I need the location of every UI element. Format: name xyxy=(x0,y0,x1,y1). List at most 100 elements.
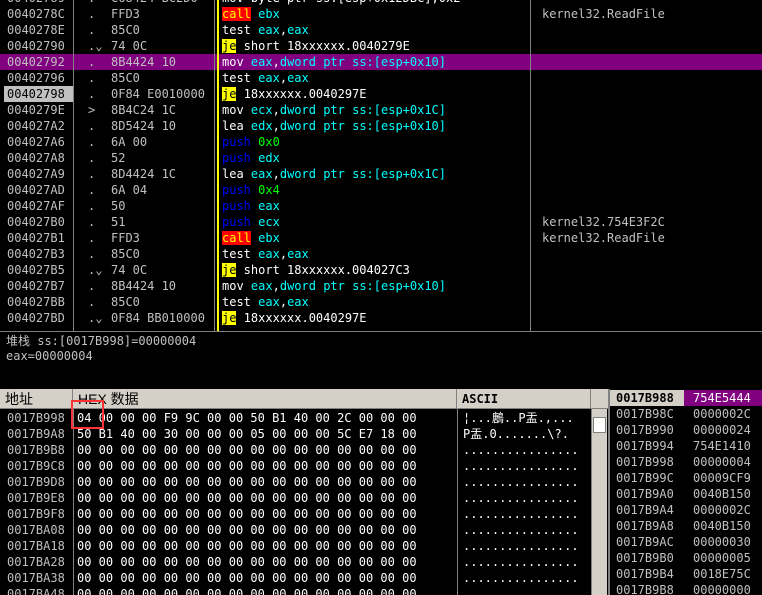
disasm-row[interactable]: 004027AF. 50 push eax xyxy=(0,198,762,214)
stack-value: 0000002C xyxy=(693,407,751,421)
stack-row[interactable]: 0017B99C 00009CF9 xyxy=(610,470,762,486)
disasm-instruction: push 0x0 xyxy=(222,134,528,150)
dump-ascii[interactable]: ................ xyxy=(463,586,589,595)
disasm-row[interactable]: 00402790 .⌄ 74 0C je short 18xxxxxx.0040279… xyxy=(0,38,762,54)
dump-row[interactable]: 0017B9C8 00 00 00 00 00 00 00 00 00 00 00… xyxy=(0,458,590,474)
dump-row[interactable]: 0017B9B8 00 00 00 00 00 00 00 00 00 00 00… xyxy=(0,442,590,458)
stack-row[interactable]: 0017B988 754E5444 xyxy=(610,390,762,406)
dump-row[interactable]: 0017B9D8 00 00 00 00 00 00 00 00 00 00 00… xyxy=(0,474,590,490)
dump-hex-bytes[interactable]: 00 00 00 00 00 00 00 00 00 00 00 00 00 0… xyxy=(77,442,457,458)
disasm-hex-bytes: 8D4424 1C xyxy=(111,167,177,181)
dump-hex-bytes[interactable]: 00 00 00 00 00 00 00 00 00 00 00 00 00 0… xyxy=(77,570,457,586)
disasm-row[interactable]: 0040279E >8B4C24 1C mov ecx,dword ptr ss:[… xyxy=(0,102,762,118)
instruction-token: push xyxy=(222,215,251,229)
instruction-token: 18xxxxxx.0040297E xyxy=(236,311,367,325)
dump-row[interactable]: 0017BA18 00 00 00 00 00 00 00 00 00 00 00… xyxy=(0,538,590,554)
disasm-row[interactable]: 00402796. 85C0 test eax,eax xyxy=(0,70,762,86)
dump-ascii[interactable]: ................ xyxy=(463,506,589,522)
disasm-row[interactable]: 004027A8. 52 push edx xyxy=(0,150,762,166)
disasm-hex-bytes: 85C0 xyxy=(111,71,140,85)
dump-ascii[interactable]: ................ xyxy=(463,474,589,490)
disasm-row[interactable]: 0040278C. FFD3 call ebx kernel32.ReadFile xyxy=(0,6,762,22)
stack-row[interactable]: 0017B98C 0000002C xyxy=(610,406,762,422)
dump-ascii[interactable]: ¦...鶶..P盂.,... xyxy=(463,410,589,426)
stack-value: 754E1410 xyxy=(693,439,751,453)
instruction-token: je xyxy=(222,87,237,101)
stack-row[interactable]: 0017B998 00000004 xyxy=(610,454,762,470)
disasm-flow-mark: . xyxy=(88,151,96,165)
dump-address: 0017B9C8 xyxy=(7,459,65,473)
dump-ascii[interactable]: ................ xyxy=(463,538,589,554)
stack-pane[interactable]: 0017B988 754E5444 0017B98C 0000002C 0017B990… xyxy=(608,389,762,595)
disasm-row[interactable]: 004027A9. 8D4424 1C lea eax,dword ptr ss:[… xyxy=(0,166,762,182)
dump-ascii[interactable]: ................ xyxy=(463,442,589,458)
disasm-separator xyxy=(214,0,215,331)
disasm-address: 004027B7 xyxy=(7,279,65,293)
stack-row[interactable]: 0017B9A4 0000002C xyxy=(610,502,762,518)
dump-hex-bytes[interactable]: 00 00 00 00 00 00 00 00 00 00 00 00 00 0… xyxy=(77,506,457,522)
dump-row[interactable]: 0017BA38 00 00 00 00 00 00 00 00 00 00 00… xyxy=(0,570,590,586)
disasm-flow-mark: . xyxy=(88,279,96,293)
disasm-row[interactable]: 004027BD .⌄ 0F84 BB010000 je 18xxxxxx.00402… xyxy=(0,310,762,326)
dump-hex-bytes[interactable]: 00 00 00 00 00 00 00 00 00 00 00 00 00 0… xyxy=(77,458,457,474)
dump-scrollbar-thumb[interactable] xyxy=(593,417,606,433)
dump-row[interactable]: 0017B9F8 00 00 00 00 00 00 00 00 00 00 00… xyxy=(0,506,590,522)
disasm-hex-bytes: 85C0 xyxy=(111,23,140,37)
disasm-address: 0040278C xyxy=(7,7,65,21)
disasm-row[interactable]: 00402798. 0F84 E0010000 je 18xxxxxx.004029… xyxy=(0,86,762,102)
dump-scrollbar[interactable] xyxy=(591,409,607,595)
disasm-row[interactable]: 004027B3. 85C0 test eax,eax xyxy=(0,246,762,262)
dump-ascii[interactable]: ................ xyxy=(463,490,589,506)
dump-header-address[interactable]: 地址 xyxy=(0,389,73,409)
disasm-row[interactable]: 00402792. 8B4424 10 mov eax,dword ptr ss:[… xyxy=(0,54,762,70)
disasm-row[interactable]: 004027B0. 51 push ecx kernel32.754E3F2C xyxy=(0,214,762,230)
disasm-address: 004027AF xyxy=(7,199,65,213)
instruction-token: test xyxy=(222,71,251,85)
dump-row[interactable]: 0017BA28 00 00 00 00 00 00 00 00 00 00 00… xyxy=(0,554,590,570)
dump-hex-bytes[interactable]: 00 00 00 00 00 00 00 00 00 00 00 00 00 0… xyxy=(77,522,457,538)
disasm-instruction: call ebx xyxy=(222,230,528,246)
stack-row[interactable]: 0017B9A0 0040B150 xyxy=(610,486,762,502)
dump-header-ascii[interactable]: ASCII xyxy=(457,389,591,409)
dump-header-hex[interactable]: HEX 数据 xyxy=(73,389,457,409)
disasm-row[interactable]: 004027B1. FFD3 call ebx kernel32.ReadFile xyxy=(0,230,762,246)
dump-hex-bytes[interactable]: 04 00 00 00 F9 9C 00 00 50 B1 40 00 2C 0… xyxy=(77,410,457,426)
dump-row[interactable]: 0017B9E8 00 00 00 00 00 00 00 00 00 00 00… xyxy=(0,490,590,506)
dump-row[interactable]: 0017BA48 00 00 00 00 00 00 00 00 00 00 00… xyxy=(0,586,590,595)
stack-value: 754E5444 xyxy=(684,390,762,406)
instruction-token xyxy=(244,55,251,69)
dump-hex-bytes[interactable]: 00 00 00 00 00 00 00 00 00 00 00 00 00 0… xyxy=(77,586,457,595)
dump-ascii[interactable]: P盂.0.......\?. xyxy=(463,426,589,442)
dump-ascii[interactable]: ................ xyxy=(463,458,589,474)
instruction-token: , xyxy=(272,167,280,181)
stack-row[interactable]: 0017B9B8 00000000 xyxy=(610,582,762,595)
disasm-hex-bytes: 6A 04 xyxy=(111,183,148,197)
stack-row[interactable]: 0017B9AC 00000030 xyxy=(610,534,762,550)
dump-hex-bytes[interactable]: 00 00 00 00 00 00 00 00 00 00 00 00 00 0… xyxy=(77,538,457,554)
disasm-row[interactable]: 004027BB. 85C0 test eax,eax xyxy=(0,294,762,310)
disasm-row[interactable]: 004027AD. 6A 04 push 0x4 xyxy=(0,182,762,198)
disasm-instruction: test eax,eax xyxy=(222,294,528,310)
dump-ascii[interactable]: ................ xyxy=(463,570,589,586)
stack-address: 0017B990 xyxy=(616,423,674,437)
disasm-row[interactable]: 004027A2. 8D5424 10 lea edx,dword ptr ss:[… xyxy=(0,118,762,134)
stack-row[interactable]: 0017B9B0 00000005 xyxy=(610,550,762,566)
disasm-instruction: lea eax,dword ptr ss:[esp+0x1C] xyxy=(222,166,528,182)
dump-hex-bytes[interactable]: 50 B1 40 00 30 00 00 00 05 00 00 00 5C E… xyxy=(77,426,457,442)
instruction-token: call xyxy=(222,231,251,245)
disasm-row[interactable]: 004027B7. 8B4424 10 mov eax,dword ptr ss:[… xyxy=(0,278,762,294)
dump-hex-bytes[interactable]: 00 00 00 00 00 00 00 00 00 00 00 00 00 0… xyxy=(77,474,457,490)
disasm-row[interactable]: 004027A6. 6A 00 push 0x0 xyxy=(0,134,762,150)
dump-row[interactable]: 0017BA08 00 00 00 00 00 00 00 00 00 00 00… xyxy=(0,522,590,538)
stack-row[interactable]: 0017B994 754E1410 xyxy=(610,438,762,454)
stack-row[interactable]: 0017B9B4 0018E75C xyxy=(610,566,762,582)
disasm-row[interactable]: 004027B5 .⌄ 74 0C je short 18xxxxxx.004027C… xyxy=(0,262,762,278)
stack-row[interactable]: 0017B9A8 0040B150 xyxy=(610,518,762,534)
dump-hex-bytes[interactable]: 00 00 00 00 00 00 00 00 00 00 00 00 00 0… xyxy=(77,554,457,570)
dump-ascii[interactable]: ................ xyxy=(463,554,589,570)
stack-row[interactable]: 0017B990 00000024 xyxy=(610,422,762,438)
disassembly-pane[interactable]: 00402789.C68424 BC2D0mov byte ptr ss:[es… xyxy=(0,0,762,331)
dump-hex-bytes[interactable]: 00 00 00 00 00 00 00 00 00 00 00 00 00 0… xyxy=(77,490,457,506)
dump-ascii[interactable]: ................ xyxy=(463,522,589,538)
disasm-row[interactable]: 0040278E. 85C0 test eax,eax xyxy=(0,22,762,38)
